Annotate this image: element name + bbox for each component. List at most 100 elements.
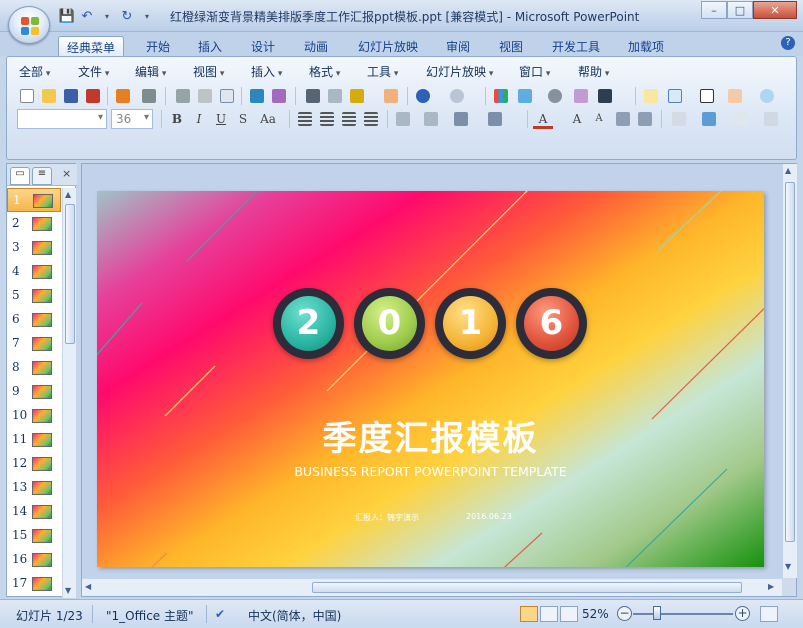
- print-icon[interactable]: [173, 86, 193, 106]
- undo-icon[interactable]: ↶: [78, 7, 96, 25]
- menu-view[interactable]: 视图: [193, 63, 224, 80]
- slide-thumbnail[interactable]: 8: [7, 356, 61, 380]
- panel-scrollbar[interactable]: ▲ ▼: [62, 188, 76, 598]
- panel-scroll-thumb[interactable]: [65, 204, 75, 344]
- new-icon[interactable]: [17, 86, 37, 106]
- layout-icon[interactable]: [217, 86, 237, 106]
- align-right-icon[interactable]: [339, 109, 359, 129]
- redo-icon[interactable]: ↻: [118, 7, 136, 25]
- slide-1[interactable]: 2 0 1 6 季度汇报模板 BUSINESS REPORT POWERPOIN…: [97, 191, 764, 567]
- slide-layout-icon[interactable]: [665, 86, 685, 106]
- minimize-button[interactable]: –: [701, 1, 727, 19]
- spell-check-icon[interactable]: ✔: [215, 607, 225, 621]
- increase-indent-icon[interactable]: [635, 109, 655, 129]
- underline-button[interactable]: U: [211, 109, 231, 129]
- permission-icon[interactable]: [83, 86, 103, 106]
- menu-insert[interactable]: 插入: [251, 63, 282, 80]
- slide-thumbnail[interactable]: 6: [7, 308, 61, 332]
- slide-thumbnail[interactable]: 11: [7, 428, 61, 452]
- main-horizontal-scrollbar[interactable]: ◀ ▶: [82, 578, 782, 596]
- picture-icon[interactable]: [571, 86, 591, 106]
- slide-thumbnail[interactable]: 15: [7, 524, 61, 548]
- zoom-slider[interactable]: [633, 613, 733, 615]
- align-center-icon[interactable]: [317, 109, 337, 129]
- numbering-icon[interactable]: [451, 109, 471, 129]
- zoom-icon[interactable]: [757, 86, 777, 106]
- tab-outline[interactable]: ≡: [32, 167, 52, 185]
- fit-to-window-icon[interactable]: [760, 606, 778, 622]
- change-case-button[interactable]: Aa: [255, 109, 281, 129]
- menu-all[interactable]: 全部: [19, 63, 50, 80]
- scroll-right-icon[interactable]: ▶: [768, 582, 774, 591]
- columns-icon[interactable]: [393, 109, 413, 129]
- hyperlink-icon[interactable]: [545, 86, 565, 106]
- paste-icon[interactable]: [347, 86, 367, 106]
- slide-title[interactable]: 季度汇报模板: [97, 411, 764, 460]
- menu-slideshow[interactable]: 幻灯片放映: [426, 63, 493, 80]
- tab-slideshow[interactable]: 幻灯片放映: [350, 36, 426, 56]
- color-grayscale-icon[interactable]: [595, 86, 615, 106]
- text-box-icon[interactable]: [697, 86, 717, 106]
- horizontal-scroll-thumb[interactable]: [312, 582, 742, 593]
- slide-thumbnail[interactable]: 5: [7, 284, 61, 308]
- help-icon[interactable]: ?: [781, 36, 795, 50]
- slide-subtitle[interactable]: BUSINESS REPORT POWERPOINT TEMPLATE: [97, 464, 764, 479]
- slide-thumbnail[interactable]: 4: [7, 260, 61, 284]
- research-icon[interactable]: [269, 86, 289, 106]
- publish-icon[interactable]: [139, 86, 159, 106]
- tab-design[interactable]: 设计: [243, 36, 283, 56]
- slide-thumbnail[interactable]: 16: [7, 548, 61, 572]
- close-icon[interactable]: ×: [62, 167, 71, 180]
- save-icon[interactable]: 💾: [58, 7, 76, 25]
- justify-icon[interactable]: [361, 109, 381, 129]
- menu-tools[interactable]: 工具: [367, 63, 398, 80]
- maximize-button[interactable]: □: [727, 1, 753, 19]
- new-slide-icon[interactable]: [641, 86, 661, 106]
- slide-thumbnail[interactable]: 10: [7, 404, 61, 428]
- slideshow-view-button[interactable]: [560, 606, 578, 622]
- spelling-icon[interactable]: [247, 86, 267, 106]
- office-button[interactable]: [8, 6, 50, 44]
- presenter-text[interactable]: 汇报人：锦宇演示: [355, 512, 419, 523]
- table-icon[interactable]: [515, 86, 535, 106]
- customize-qat-icon[interactable]: ▾: [138, 7, 156, 25]
- main-scroll-thumb[interactable]: [785, 182, 795, 542]
- slide-thumbnail[interactable]: 7: [7, 332, 61, 356]
- menu-edit[interactable]: 编辑: [135, 63, 166, 80]
- quick-styles-icon[interactable]: [731, 109, 751, 129]
- scroll-down-icon[interactable]: ▼: [65, 586, 71, 595]
- tab-addins[interactable]: 加载项: [620, 36, 672, 56]
- save-icon[interactable]: [61, 86, 81, 106]
- menu-help[interactable]: 帮助: [578, 63, 609, 80]
- tab-insert[interactable]: 插入: [190, 36, 230, 56]
- folder-icon[interactable]: [725, 86, 745, 106]
- tab-animation[interactable]: 动画: [296, 36, 336, 56]
- scroll-up-icon[interactable]: ▲: [785, 166, 791, 175]
- cut-icon[interactable]: [303, 86, 323, 106]
- slide-thumbnail[interactable]: 1: [7, 188, 61, 212]
- slide-thumbnail[interactable]: 12: [7, 452, 61, 476]
- undo-icon[interactable]: [413, 86, 433, 106]
- decrease-indent-icon[interactable]: [613, 109, 633, 129]
- font-color-icon[interactable]: A: [533, 109, 553, 129]
- menu-file[interactable]: 文件: [78, 63, 109, 80]
- slide-thumbnail[interactable]: 17: [7, 572, 61, 596]
- format-painter-icon[interactable]: [381, 86, 401, 106]
- italic-button[interactable]: I: [189, 109, 209, 129]
- chart-icon[interactable]: [491, 86, 511, 106]
- slide-thumbnail[interactable]: 3: [7, 236, 61, 260]
- slide-thumbnail[interactable]: 13: [7, 476, 61, 500]
- zoom-in-button[interactable]: +: [735, 606, 750, 621]
- slide-thumbnail[interactable]: 9: [7, 380, 61, 404]
- slide-thumbnail[interactable]: 14: [7, 500, 61, 524]
- arrange-icon[interactable]: [699, 109, 719, 129]
- copy-icon[interactable]: [325, 86, 345, 106]
- tab-slides[interactable]: ▭: [10, 167, 30, 185]
- font-name-combo[interactable]: [17, 109, 107, 129]
- open-icon[interactable]: [39, 86, 59, 106]
- shapes-icon[interactable]: [669, 109, 689, 129]
- language-indicator[interactable]: 中文(简体，中国): [248, 607, 341, 624]
- redo-icon[interactable]: [447, 86, 467, 106]
- menu-window[interactable]: 窗口: [519, 63, 550, 80]
- line-spacing-icon[interactable]: [421, 109, 441, 129]
